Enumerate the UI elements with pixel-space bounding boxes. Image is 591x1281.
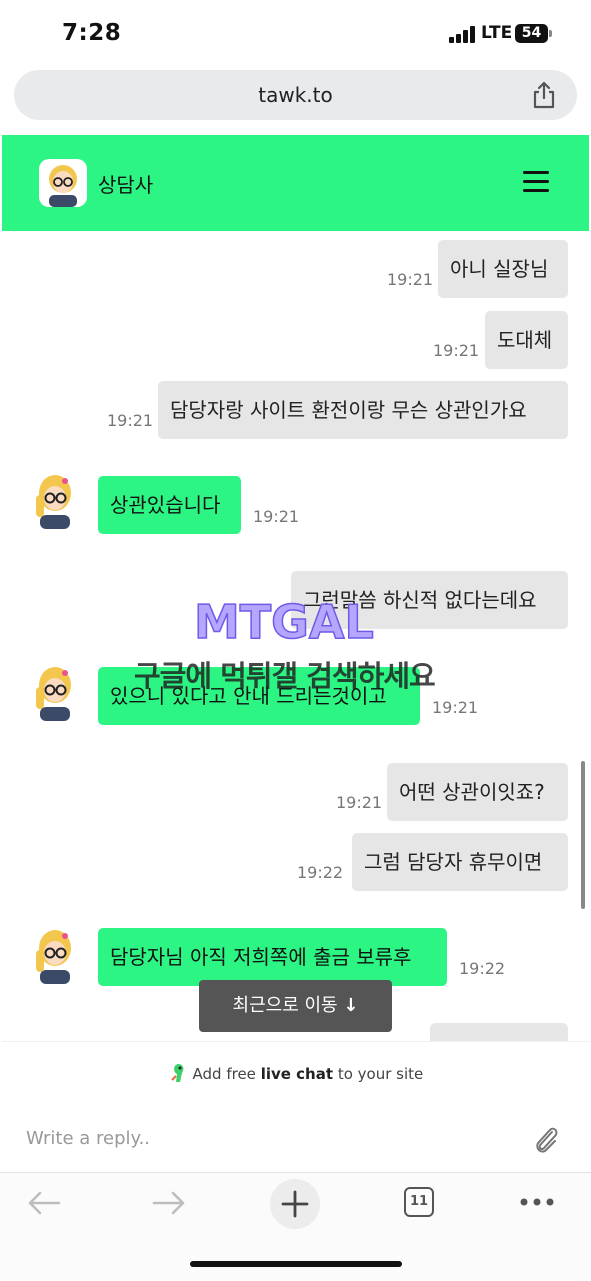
message-time: 19:22	[297, 863, 344, 882]
message-bubble: 아니 실장님	[438, 240, 568, 298]
message-bubble: 도대체	[485, 311, 568, 369]
plus-icon	[281, 1190, 309, 1218]
message-bubble: 담당자랑 사이트 환전이랑 무슨 상관인가요	[158, 381, 568, 439]
status-time: 7:28	[62, 20, 122, 46]
message-bubble: 상관있습니다	[98, 476, 241, 534]
agent-avatar-small	[36, 475, 71, 529]
powered-suffix: to your site	[337, 1065, 424, 1083]
message-time: 19:21	[432, 698, 479, 717]
message-time: 19:21	[336, 793, 383, 812]
chat-header: 상담사	[2, 135, 589, 231]
hamburger-menu-icon[interactable]	[523, 171, 549, 193]
message-bubble: 그럼 담당자 휴무이면	[352, 833, 568, 891]
status-bar: 7:28 LTE 54	[0, 0, 591, 66]
battery-tip	[549, 30, 552, 37]
message-time: 19:22	[459, 959, 506, 978]
scrollbar[interactable]	[581, 761, 585, 909]
chat-footer: Add free live chat to your site Write a …	[2, 1041, 589, 1172]
message-time: 19:21	[387, 270, 434, 289]
powered-bold: live chat	[260, 1065, 334, 1083]
new-tab-button[interactable]	[270, 1179, 320, 1229]
agent-name: 상담사	[98, 173, 154, 197]
message-time: 19:21	[107, 411, 154, 430]
message-list[interactable]: 아니 실장님 19:21 도대체 19:21 담당자랑 사이트 환전이랑 무슨 …	[0, 231, 591, 1041]
reply-input[interactable]: Write a reply..	[26, 1128, 150, 1149]
message-time: 19:21	[433, 341, 480, 360]
tab-switcher-button[interactable]: 11	[404, 1187, 434, 1217]
agent-avatar-small	[36, 930, 71, 984]
powered-by-link[interactable]: Add free live chat to your site	[2, 1062, 589, 1084]
address-bar[interactable]: tawk.to	[14, 70, 577, 120]
arrow-down-icon: ↓	[343, 995, 359, 1016]
watermark-caption: 구글에 먹튀갤 검색하세요	[134, 659, 436, 693]
mtgal-watermark-logo: MTGAL	[193, 596, 374, 646]
message-bubble-partial	[430, 1023, 568, 1041]
message-bubble: 어떤 상관이잇죠?	[387, 763, 568, 821]
agent-avatar	[39, 159, 87, 207]
share-icon[interactable]	[531, 81, 557, 109]
message-bubble: 담당자님 아직 저희쪽에 출금 보류후	[98, 928, 447, 986]
message-time: 19:21	[253, 507, 300, 526]
svg-text:MTGAL: MTGAL	[194, 596, 374, 646]
forward-arrow-icon[interactable]	[151, 1189, 187, 1217]
home-indicator	[190, 1261, 402, 1267]
jump-label: 최근으로 이동	[232, 995, 338, 1016]
url-text: tawk.to	[258, 83, 333, 107]
more-options-icon[interactable]	[519, 1197, 555, 1207]
powered-prefix: Add free	[192, 1065, 256, 1083]
signal-icon	[449, 26, 477, 43]
jump-to-recent-button[interactable]: 최근으로 이동 ↓	[199, 980, 392, 1032]
agent-avatar-small	[36, 667, 71, 721]
network-type: LTE	[481, 23, 513, 43]
battery-icon: 54	[515, 24, 548, 43]
back-arrow-icon[interactable]	[26, 1189, 62, 1217]
parrot-icon	[171, 1064, 184, 1082]
attachment-icon[interactable]	[531, 1122, 561, 1156]
